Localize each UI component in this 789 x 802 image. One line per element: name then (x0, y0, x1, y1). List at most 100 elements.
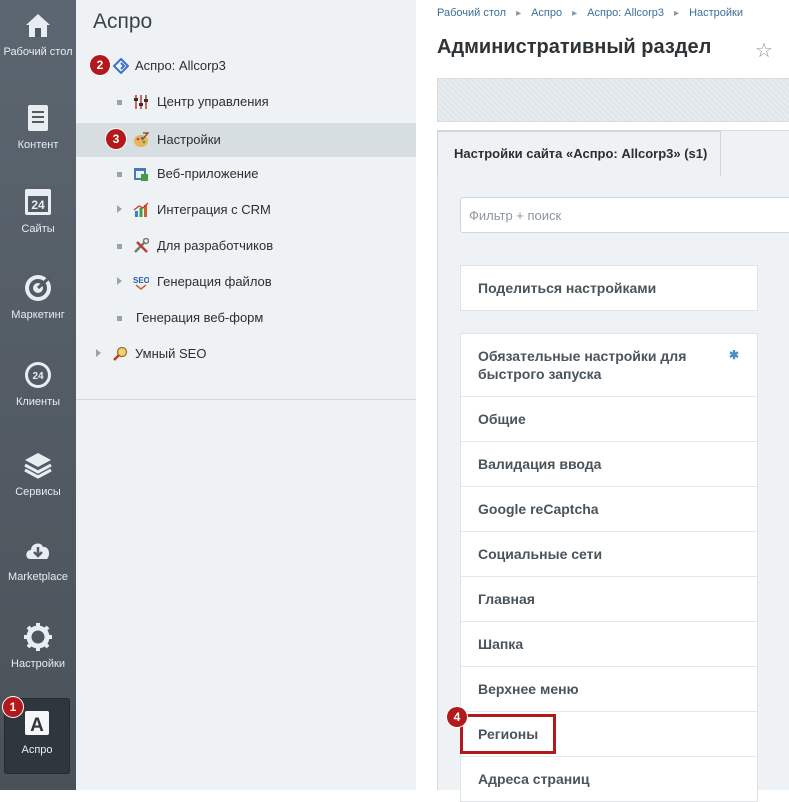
settings-panel: Поделиться настройками Обязательные наст… (437, 176, 789, 802)
section-label: Обязательные настройки для быстрого запу… (478, 348, 687, 382)
menu-item-smart-seo[interactable]: Умный SEO (76, 337, 416, 371)
rail-label: Аспро (21, 744, 53, 756)
menu-divider (76, 399, 416, 400)
main-content: Рабочий стол ▸ Аспро ▸ Аспро: Allcorp3 ▸ Настр… (416, 0, 789, 802)
section-menu: Аспро Аспро: Allcorp3 Центр управления Н… (76, 0, 417, 790)
page-title: Административный раздел (437, 36, 712, 58)
section-label: Валидация ввода (478, 456, 602, 472)
menu-item-webform-generation[interactable]: Генерация веб-форм (76, 301, 416, 335)
rail-item-desktop[interactable]: Рабочий стол (0, 10, 76, 59)
menu-item-label: Для разработчиков (157, 238, 274, 253)
rail-item-marketing[interactable]: Маркетинг (0, 273, 76, 322)
share-card: Поделиться настройками (460, 265, 758, 311)
menu-item-label: Генерация файлов (157, 274, 272, 289)
breadcrumb-separator-icon: ▸ (572, 8, 578, 19)
section-label: Шапка (478, 636, 524, 652)
rail-label: Marketplace (8, 571, 68, 583)
rail-label: Клиенты (15, 396, 61, 408)
rail-label: Контент (17, 139, 59, 151)
svg-text:A: A (30, 715, 44, 736)
annotation-badge-3: 3 (106, 129, 126, 149)
share-settings-row[interactable]: Поделиться настройками (461, 266, 757, 310)
section-row-header[interactable]: Шапка (461, 621, 757, 666)
magnifier-icon (113, 346, 128, 361)
tab-strip: Настройки сайта «Аспро: Allcorp3» (s1) (437, 130, 789, 177)
section-row-recaptcha[interactable]: Google reCaptcha (461, 486, 757, 531)
share-settings-label: Поделиться настройками (478, 280, 657, 296)
menu-item-web-app[interactable]: Веб-приложение (76, 157, 416, 191)
gear-icon (24, 623, 52, 651)
annotation-badge-4: 4 (447, 707, 467, 727)
section-row-input-validation[interactable]: Валидация ввода (461, 441, 757, 486)
menu-item-label: Умный SEO (135, 346, 207, 361)
tools-icon (134, 238, 149, 253)
annotation-badge-1: 1 (3, 697, 23, 717)
section-label: Социальные сети (478, 546, 603, 562)
section-row-social[interactable]: Социальные сети (461, 531, 757, 576)
bullet (117, 100, 122, 105)
menu-item-label: Интеграция с CRM (157, 202, 271, 217)
rail-label: Сервисы (15, 486, 61, 498)
required-asterisk-icon: ✱ (728, 348, 739, 362)
menu-item-settings[interactable]: Настройки (76, 123, 416, 157)
breadcrumb-settings[interactable]: Настройки (689, 7, 743, 19)
target-icon (25, 275, 52, 301)
section-row-required[interactable]: Обязательные настройки для быстрого запу… (461, 334, 757, 396)
svg-text:24: 24 (32, 371, 44, 382)
section-label: Главная (478, 591, 535, 607)
breadcrumb-allcorp3[interactable]: Аспро: Allcorp3 (587, 7, 664, 19)
rail-item-marketplace[interactable]: Marketplace (0, 535, 76, 584)
bullet (117, 316, 122, 321)
rail-item-services[interactable]: Сервисы (0, 450, 76, 499)
section-label: Адреса страниц (478, 771, 590, 787)
calendar-24-icon: 24 (25, 189, 51, 215)
section-row-top-menu[interactable]: Верхнее меню (461, 666, 757, 711)
seo-icon: SEO (133, 276, 149, 290)
menu-item-label: Веб-приложение (157, 166, 259, 181)
letter-a-icon: A (25, 711, 49, 736)
section-label: Общие (478, 411, 526, 427)
section-row-general[interactable]: Общие (461, 396, 757, 441)
section-row-page-addresses[interactable]: Адреса страниц (461, 756, 757, 801)
breadcrumb-separator-icon: ▸ (516, 8, 522, 19)
diamond-icon (113, 58, 129, 74)
rail-item-sites[interactable]: 24 Сайты (0, 187, 76, 236)
bullet (117, 172, 122, 177)
expand-arrow-icon[interactable] (96, 349, 101, 357)
section-row-main[interactable]: Главная (461, 576, 757, 621)
toolbar-strip (437, 78, 789, 122)
favorite-star-icon[interactable]: ☆ (755, 38, 773, 63)
menu-title: Аспро (93, 10, 153, 33)
section-row-regions[interactable]: Регионы (461, 711, 757, 756)
expand-arrow-icon[interactable] (117, 205, 122, 213)
section-label: Регионы (478, 726, 539, 742)
section-label: Google reCaptcha (478, 501, 599, 517)
filter-search-input[interactable] (460, 197, 789, 233)
rail-item-settings[interactable]: Настройки (0, 622, 76, 671)
rail-label: Сайты (21, 223, 55, 235)
expand-arrow-icon[interactable] (117, 277, 122, 285)
breadcrumb-aspro[interactable]: Аспро (531, 7, 562, 19)
menu-item-label: Аспро: Allcorp3 (135, 58, 226, 73)
settings-sections-card: Обязательные настройки для быстрого запу… (460, 333, 758, 802)
rail-label: Маркетинг (11, 309, 65, 321)
breadcrumb: Рабочий стол ▸ Аспро ▸ Аспро: Allcorp3 ▸ Настр… (437, 7, 743, 19)
cloud-24-icon: 24 (25, 362, 51, 388)
rail-label: Настройки (11, 658, 65, 670)
menu-item-developers[interactable]: Для разработчиков (76, 229, 416, 263)
rail-item-content[interactable]: Контент (0, 103, 76, 152)
svg-text:SEO: SEO (133, 276, 149, 285)
menu-item-label: Генерация веб-форм (136, 310, 264, 325)
annotation-badge-2: 2 (90, 55, 110, 75)
cloud-download-icon (26, 543, 50, 559)
menu-item-control-center[interactable]: Центр управления (76, 85, 416, 119)
sliders-icon (134, 95, 148, 109)
menu-item-file-generation[interactable]: SEO Генерация файлов (76, 265, 416, 299)
document-icon (28, 105, 48, 131)
menu-item-allcorp3[interactable]: Аспро: Allcorp3 (76, 49, 416, 83)
web-app-icon (134, 168, 148, 181)
menu-item-crm[interactable]: Интеграция с CRM (76, 193, 416, 227)
breadcrumb-desktop[interactable]: Рабочий стол (437, 7, 506, 19)
tab-site-settings[interactable]: Настройки сайта «Аспро: Allcorp3» (s1) (437, 131, 721, 176)
rail-item-clients[interactable]: 24 Клиенты (0, 360, 76, 409)
